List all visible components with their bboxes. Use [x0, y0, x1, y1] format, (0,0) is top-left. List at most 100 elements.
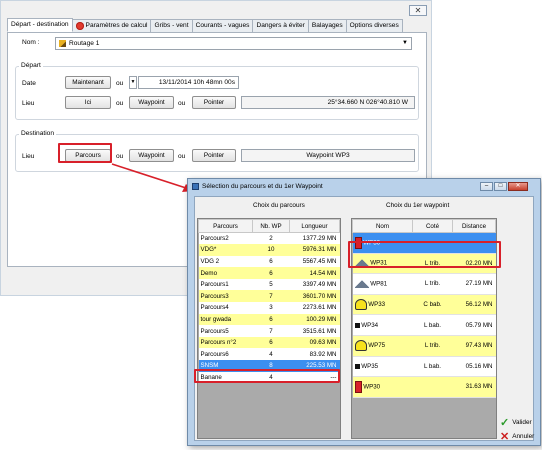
table-row[interactable]: WP33 C bab. 56.12 MN — [352, 294, 496, 316]
parcours-name-cell: Parcours3 — [198, 290, 253, 303]
waypoint-name-cell: WP33 — [352, 294, 413, 316]
date-field[interactable]: 13/11/2014 10h 48mn 00s — [138, 76, 239, 89]
table-row[interactable]: WP75 L trib. 97.43 MN — [352, 335, 496, 357]
ou-label: ou — [116, 100, 124, 107]
table-row[interactable]: WP34 L bab. 05.79 MN — [352, 314, 496, 336]
close-button[interactable]: ✕ — [409, 5, 427, 16]
tab-courants-vagues[interactable]: Courants - vagues — [191, 19, 254, 32]
table-row[interactable]: VDG* 10 5976.31 MN — [198, 244, 340, 256]
distance-cell: 05.16 MN — [452, 356, 496, 378]
column-header[interactable]: Distance — [452, 219, 496, 233]
waypoint-name: WP75 — [368, 342, 386, 350]
nb-wp-cell: 6 — [252, 255, 290, 268]
highlight-box — [194, 369, 340, 383]
cote-cell: L trib. — [412, 335, 453, 357]
tab-gribs-vent[interactable]: Gribs - vent — [150, 19, 193, 32]
cote-cell: C bab. — [412, 294, 453, 316]
parcours-name-cell: Parcours5 — [198, 325, 253, 337]
cote-cell: L trib. — [412, 273, 453, 295]
nom-select[interactable]: Routage 1 ▼ — [55, 37, 412, 50]
ici-button[interactable]: Ici — [65, 96, 111, 109]
black-square-icon — [354, 322, 360, 328]
tab-label: Options diverses — [349, 22, 399, 29]
parcours-name-cell: Parcours1 — [198, 278, 253, 291]
tab-dangers[interactable]: Dangers à éviter — [252, 19, 309, 32]
waypoint-heading: Choix du 1er waypoint — [386, 202, 450, 209]
depart-group — [15, 66, 419, 120]
nb-wp-cell: 6 — [252, 313, 290, 326]
longueur-cell: 14.54 MN — [289, 267, 340, 279]
nb-wp-cell: 2 — [252, 232, 290, 245]
nb-wp-cell: 6 — [252, 267, 290, 279]
dialog-body: Choix du parcours Choix du 1er waypoint … — [194, 196, 534, 443]
nb-wp-cell: 7 — [252, 325, 290, 337]
table-row[interactable]: Demo 6 14.54 MN — [198, 267, 340, 279]
distance-cell: 31.63 MN — [452, 376, 496, 398]
nom-value: Routage 1 — [69, 40, 100, 47]
tab-label: Courants - vagues — [195, 22, 250, 29]
column-header[interactable]: Parcours — [198, 219, 253, 233]
wreck-icon — [354, 340, 367, 352]
distance-cell: 27.19 MN — [452, 273, 496, 295]
parcours-name-cell: Parcours4 — [198, 302, 253, 314]
waypoint-name: WP30 — [363, 383, 381, 391]
pointer-button[interactable]: Pointer — [192, 96, 236, 109]
close-button[interactable]: ✕ — [508, 182, 528, 191]
table-row[interactable]: Parcours4 3 2273.61 MN — [198, 302, 340, 314]
column-header[interactable]: Nb. WP — [252, 219, 290, 233]
annuler-button[interactable]: ✕ Annuler — [500, 430, 534, 443]
destination-field: Waypoint WP3 — [241, 149, 415, 162]
tab-strip: Départ - destination Paramètres de calcu… — [7, 18, 403, 32]
table-row[interactable]: Parcours1 5 3397.49 MN — [198, 278, 340, 291]
parcours-table[interactable]: Parcours Nb. WP Longueur Parcours2 2 1377.… — [197, 218, 341, 439]
minimize-button[interactable]: – — [480, 182, 493, 191]
column-header[interactable]: Longueur — [289, 219, 340, 233]
red-star-icon — [75, 22, 84, 30]
maximize-button[interactable]: □ — [494, 182, 507, 191]
waypoint-button[interactable]: Waypoint — [129, 96, 174, 109]
table-row[interactable]: WP30 31.63 MN — [352, 376, 496, 398]
pointer-button[interactable]: Pointer — [192, 149, 236, 162]
waypoint-name-cell: WP75 — [352, 335, 413, 357]
parcours-name-cell: Parcours2 — [198, 232, 253, 245]
parcours-heading: Choix du parcours — [253, 202, 305, 209]
distance-cell: 05.79 MN — [452, 314, 496, 336]
table-row[interactable]: VDG 2 6 5567.45 MN — [198, 255, 340, 268]
waypoint-name-cell: WP34 — [352, 314, 413, 336]
cote-cell — [412, 376, 453, 398]
distance-cell: 56.12 MN — [452, 294, 496, 316]
chevron-down-icon[interactable]: ▼ — [402, 38, 408, 49]
table-row[interactable]: WP81 L trib. 27.19 MN — [352, 273, 496, 295]
table-row[interactable]: Parcours n°2 6 09.63 MN — [198, 336, 340, 349]
lieu-label: Lieu — [22, 153, 35, 160]
nb-wp-cell: 5 — [252, 278, 290, 291]
table-row[interactable]: Parcours3 7 3601.70 MN — [198, 290, 340, 303]
table-row[interactable]: WP35 L bab. 05.16 MN — [352, 356, 496, 378]
column-header[interactable]: Nom — [352, 219, 413, 233]
distance-cell: 97.43 MN — [452, 335, 496, 357]
depart-position-field: 25°34.660 N 026°40.810 W — [241, 96, 415, 109]
longueur-cell: 100.29 MN — [289, 313, 340, 326]
valider-button[interactable]: ✓ Valider — [500, 416, 532, 429]
tab-options-diverses[interactable]: Options diverses — [345, 19, 403, 32]
tab-balayages[interactable]: Balayages — [307, 19, 347, 32]
destination-title: Destination — [19, 130, 56, 137]
nb-wp-cell: 6 — [252, 336, 290, 349]
table-row[interactable]: tour gwada 6 100.29 MN — [198, 313, 340, 326]
tab-parametres-calcul[interactable]: Paramètres de calcul — [71, 19, 152, 32]
arrow-icon — [111, 163, 194, 192]
table-row[interactable]: Parcours2 2 1377.29 MN — [198, 232, 340, 245]
cote-cell: L bab. — [412, 314, 453, 336]
tab-depart-destination[interactable]: Départ - destination — [7, 18, 73, 32]
table-row[interactable]: Parcours6 4 83.92 MN — [198, 348, 340, 361]
date-dropdown[interactable]: ▼ — [129, 76, 137, 89]
maintenant-button[interactable]: Maintenant — [65, 76, 111, 89]
longueur-cell: 1377.29 MN — [289, 232, 340, 245]
ou-label: ou — [178, 100, 186, 107]
column-header[interactable]: Coté — [412, 219, 453, 233]
dialog-title: Sélection du parcours et du 1er Waypoint — [202, 183, 323, 190]
longueur-cell: 5567.45 MN — [289, 255, 340, 268]
depart-title: Départ — [19, 62, 43, 69]
table-row[interactable]: Parcours5 7 3515.61 MN — [198, 325, 340, 337]
pencil-icon — [59, 40, 66, 47]
